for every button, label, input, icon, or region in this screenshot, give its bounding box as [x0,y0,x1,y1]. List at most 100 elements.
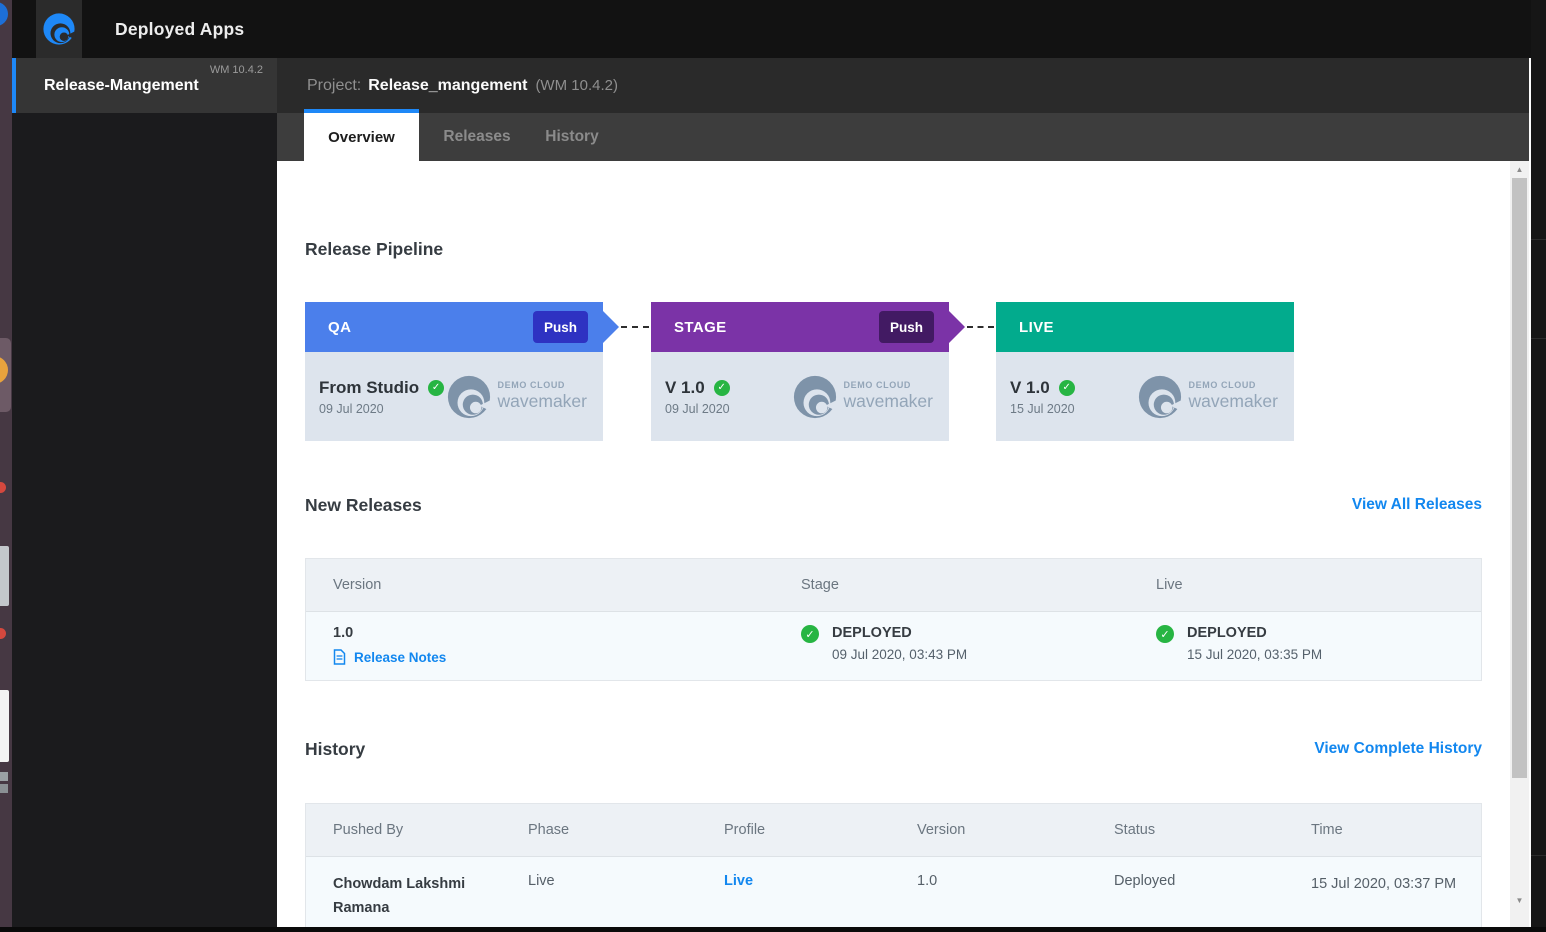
pipeline-connector [621,326,649,328]
stage-arrow-icon [949,311,965,343]
launcher-app-icon[interactable] [0,772,8,781]
background-window-strip [1531,0,1546,932]
cloud-logo-line1: DEMO CLOUD [1189,381,1278,391]
top-bar: Deployed Apps [12,0,1531,58]
version-value: 1.0 [917,873,1114,921]
column-header-version: Version [917,822,1114,838]
cloud-logo: DEMO CLOUD wavemaker [792,374,935,420]
scroll-down-icon[interactable]: ▼ [1510,896,1529,905]
live-status-time: 15 Jul 2020, 03:35 PM [1187,647,1322,662]
project-label: Project: [307,77,361,95]
status-value: Deployed [1114,873,1311,921]
launcher-app-icon[interactable] [0,2,8,26]
launcher-app-icon[interactable] [0,690,9,762]
success-check-icon: ✓ [1156,625,1174,643]
pipeline-card-stage: STAGE Push V 1.0 ✓ 09 Jul 2020 DEMO CLOU… [651,302,949,441]
live-card-header: LIVE [996,302,1294,352]
launcher-app-icon[interactable] [0,784,8,793]
deployed-version-label: V 1.0 [1010,378,1050,398]
tab-overview[interactable]: Overview [304,109,419,161]
scrollbar-thumb[interactable] [1512,178,1527,778]
document-icon [333,649,346,665]
launcher-app-icon[interactable] [0,546,9,606]
view-all-releases-link[interactable]: View All Releases [1352,496,1482,514]
notification-dot-icon [0,628,6,639]
column-header-time: Time [1311,822,1481,838]
pipeline-card-live: LIVE V 1.0 ✓ 15 Jul 2020 DEMO CLOUD wave… [996,302,1294,441]
main-content: Release Pipeline QA Push From Studio ✓ 0… [277,161,1510,927]
app-icon [0,356,8,384]
tab-history[interactable]: History [517,113,627,161]
project-header: Project: Release_mangement (WM 10.4.2) [277,58,1529,113]
history-title: History [305,739,365,760]
project-wm-version: WM 10.4.2 [210,64,263,76]
cloud-logo: DEMO CLOUD wavemaker [446,374,589,420]
profile-link[interactable]: Live [724,873,917,921]
view-complete-history-link[interactable]: View Complete History [1314,740,1482,758]
home-button[interactable] [36,0,82,58]
pipeline-card-qa: QA Push From Studio ✓ 09 Jul 2020 DEMO C… [305,302,603,441]
stage-status-time: 09 Jul 2020, 03:43 PM [832,647,967,662]
column-header-status: Status [1114,822,1311,838]
success-check-icon: ✓ [801,625,819,643]
cloud-logo-line2: wavemaker [844,392,933,411]
scroll-up-icon[interactable]: ▲ [1510,165,1529,174]
tab-releases[interactable]: Releases [422,113,532,161]
project-name: Release-Mangement [44,77,199,95]
notification-dot-icon [0,482,6,493]
column-header-pushed-by: Pushed By [306,822,528,838]
tab-bar: Overview Releases History [277,113,1529,161]
deploy-date: 09 Jul 2020 [319,402,444,416]
window-bottom-edge [0,927,1546,932]
deploy-date: 15 Jul 2020 [1010,402,1075,416]
deployed-version-label: V 1.0 [665,378,705,398]
time-value: 15 Jul 2020, 03:37 PM [1311,873,1481,921]
new-releases-table-header: Version Stage Live [306,559,1481,612]
stage-arrow-icon [603,311,619,343]
cloud-logo-line2: wavemaker [1189,392,1278,411]
screen: Deployed Apps WM 10.4.2 Release-Mangemen… [0,0,1546,932]
table-row: Chowdam Lakshmi Ramana Live Live 1.0 Dep… [306,857,1481,927]
release-pipeline-title: Release Pipeline [305,239,443,260]
launcher-active-app-icon[interactable] [0,338,11,412]
column-header-profile: Profile [724,822,917,838]
column-header-stage: Stage [801,577,1156,593]
success-check-icon: ✓ [428,380,444,396]
project-header-version: (WM 10.4.2) [535,77,618,94]
column-header-version: Version [306,577,801,593]
stage-card-body: V 1.0 ✓ 09 Jul 2020 DEMO CLOUD wavemaker [651,352,949,441]
live-status: DEPLOYED [1187,625,1322,641]
deployed-version-label: From Studio [319,378,419,398]
push-button-stage[interactable]: Push [879,311,934,343]
success-check-icon: ✓ [714,380,730,396]
release-notes-link[interactable]: Release Notes [333,649,801,665]
project-header-name: Release_mangement [368,77,527,95]
table-row: 1.0 Release Notes ✓ DEPLOYE [306,612,1481,680]
wavemaker-logo-icon [42,12,76,46]
cloud-logo: DEMO CLOUD wavemaker [1137,374,1280,420]
page-title: Deployed Apps [115,0,244,58]
push-button-qa[interactable]: Push [533,311,588,343]
phase-value: Live [528,873,724,921]
sidebar: WM 10.4.2 Release-Mangement [12,58,277,932]
new-releases-title: New Releases [305,495,422,516]
stage-name-label: STAGE [674,319,727,336]
history-table-header: Pushed By Phase Profile Version Status T… [306,804,1481,857]
cloud-logo-line2: wavemaker [498,392,587,411]
stage-card-header: STAGE Push [651,302,949,352]
success-check-icon: ✓ [1059,380,1075,396]
vertical-scrollbar[interactable]: ▲ ▼ [1510,161,1529,927]
pipeline-connector [967,326,994,328]
column-header-phase: Phase [528,822,724,838]
live-card-body: V 1.0 ✓ 15 Jul 2020 DEMO CLOUD wavemaker [996,352,1294,441]
cloud-logo-line1: DEMO CLOUD [498,381,587,391]
release-notes-label: Release Notes [354,650,446,665]
wavemaker-logo-icon [792,374,838,420]
pushed-by-value: Chowdam Lakshmi Ramana [306,873,528,921]
sidebar-item-project[interactable]: WM 10.4.2 Release-Mangement [12,58,277,113]
deploy-date: 09 Jul 2020 [665,402,730,416]
wavemaker-logo-icon [1137,374,1183,420]
wavemaker-logo-icon [446,374,492,420]
stage-status: DEPLOYED [832,625,967,641]
stage-name-label: LIVE [1019,319,1054,336]
